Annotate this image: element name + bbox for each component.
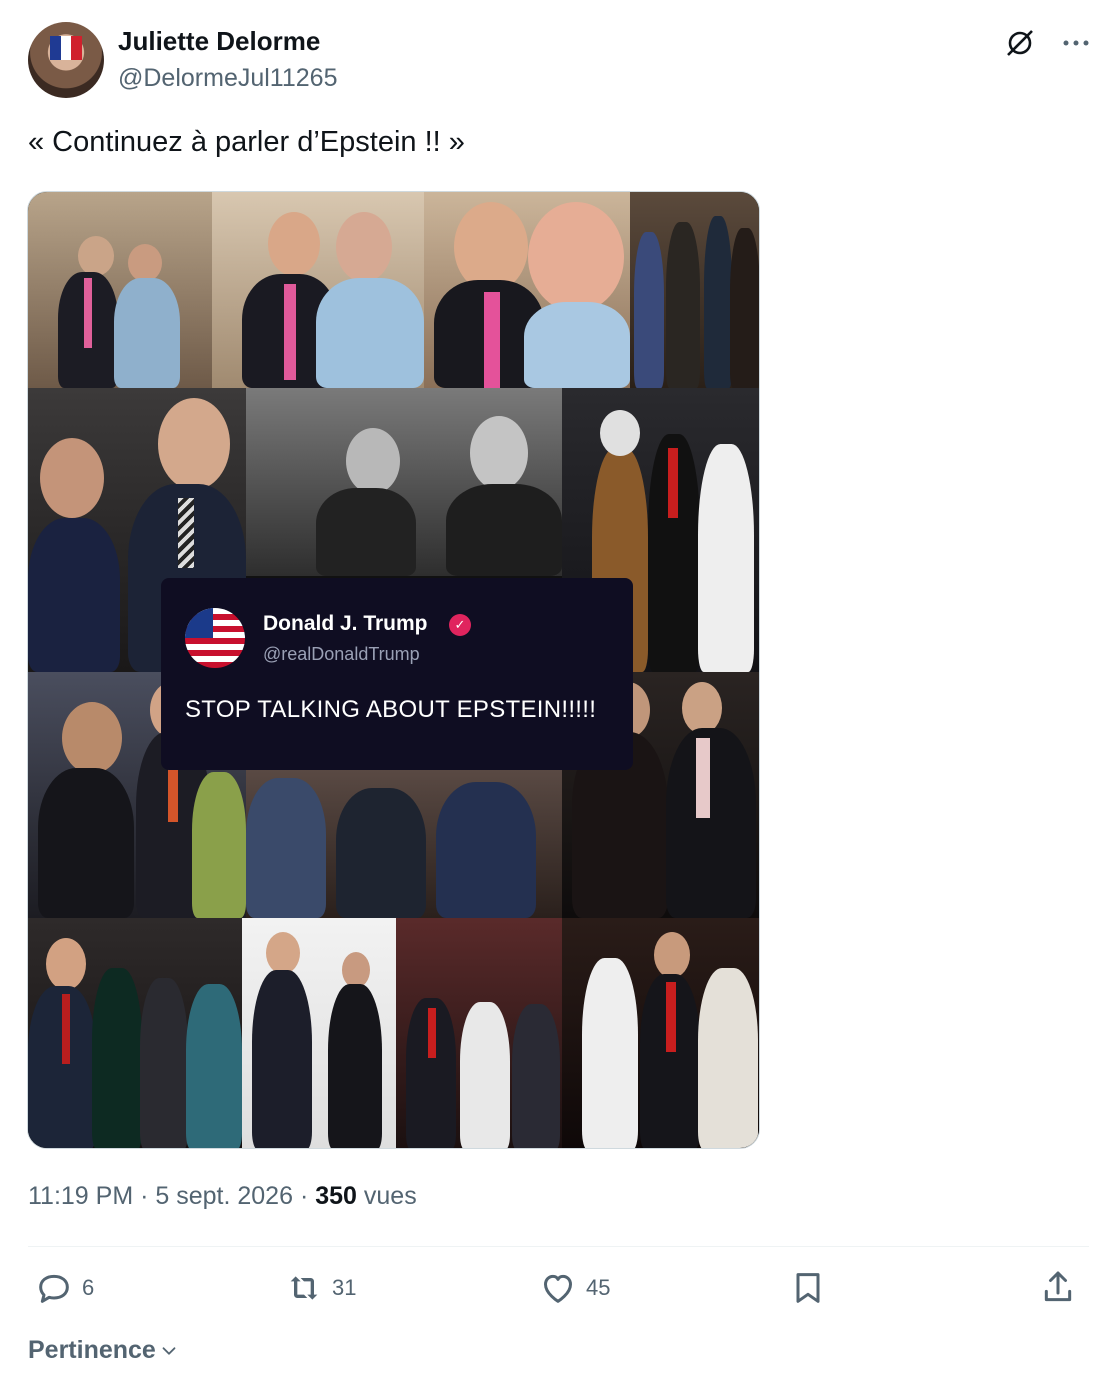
grok-icon[interactable] xyxy=(1003,26,1037,60)
like-button[interactable]: 45 xyxy=(538,1268,610,1308)
tweet-header: Juliette Delorme @DelormeJul11265 xyxy=(28,22,1093,100)
share-button[interactable] xyxy=(1038,1268,1078,1308)
embedded-post-card: Donald J. Trump ✓ @realDonaldTrump STOP … xyxy=(161,578,633,770)
meta-separator: · xyxy=(293,1182,316,1210)
author-handle[interactable]: @DelormeJul11265 xyxy=(118,64,337,93)
reply-icon xyxy=(39,1274,69,1303)
author-avatar[interactable] xyxy=(28,22,104,98)
flag-face-paint xyxy=(50,36,83,60)
verified-badge-icon: ✓ xyxy=(449,614,471,636)
action-bar: 6 31 45 xyxy=(28,1268,1089,1320)
bookmark-icon xyxy=(796,1273,820,1303)
repost-count: 31 xyxy=(332,1275,357,1300)
collage-photo xyxy=(212,192,424,388)
divider xyxy=(28,1246,1089,1247)
tweet-image-collage[interactable]: Donald J. Trump ✓ @realDonaldTrump STOP … xyxy=(27,191,760,1149)
meta-separator: · xyxy=(133,1182,156,1210)
tweet-metadata: 11:19 PM · 5 sept. 2026 · 350 vues xyxy=(28,1182,417,1211)
embedded-post-text: STOP TALKING ABOUT EPSTEIN!!!!! xyxy=(185,696,597,723)
reply-button[interactable]: 6 xyxy=(34,1268,94,1308)
tweet-date[interactable]: 5 sept. 2026 xyxy=(155,1182,293,1210)
collage-photo xyxy=(28,192,212,388)
embedded-author-handle: @realDonaldTrump xyxy=(263,644,420,664)
collage-photo xyxy=(246,768,562,918)
collage-photo xyxy=(562,918,759,1148)
collage-photo xyxy=(28,918,242,1148)
share-icon xyxy=(1044,1271,1072,1302)
reply-count: 6 xyxy=(82,1275,95,1300)
collage-photo xyxy=(630,192,759,388)
sort-dropdown[interactable]: Pertinence xyxy=(28,1336,180,1365)
collage-photo xyxy=(396,918,562,1148)
views-count: 350 xyxy=(315,1182,357,1210)
repost-button[interactable]: 31 xyxy=(284,1268,356,1308)
tweet-text: « Continuez à parler d’Epstein !! » xyxy=(28,126,465,158)
sort-label: Pertinence xyxy=(28,1336,156,1364)
like-count: 45 xyxy=(586,1275,611,1300)
chevron-down-icon xyxy=(162,1346,176,1355)
tweet-time[interactable]: 11:19 PM xyxy=(28,1182,133,1210)
author-name[interactable]: Juliette Delorme xyxy=(118,26,320,57)
embedded-author-name: Donald J. Trump xyxy=(263,612,428,635)
bookmark-button[interactable] xyxy=(788,1268,828,1308)
heart-icon xyxy=(544,1274,572,1303)
collage-photo xyxy=(242,918,396,1148)
collage-photo xyxy=(246,388,562,576)
views-label: vues xyxy=(363,1182,417,1210)
repost-icon xyxy=(290,1276,318,1300)
embedded-avatar xyxy=(185,608,245,668)
collage-photo xyxy=(424,192,630,388)
more-icon[interactable] xyxy=(1059,26,1093,60)
